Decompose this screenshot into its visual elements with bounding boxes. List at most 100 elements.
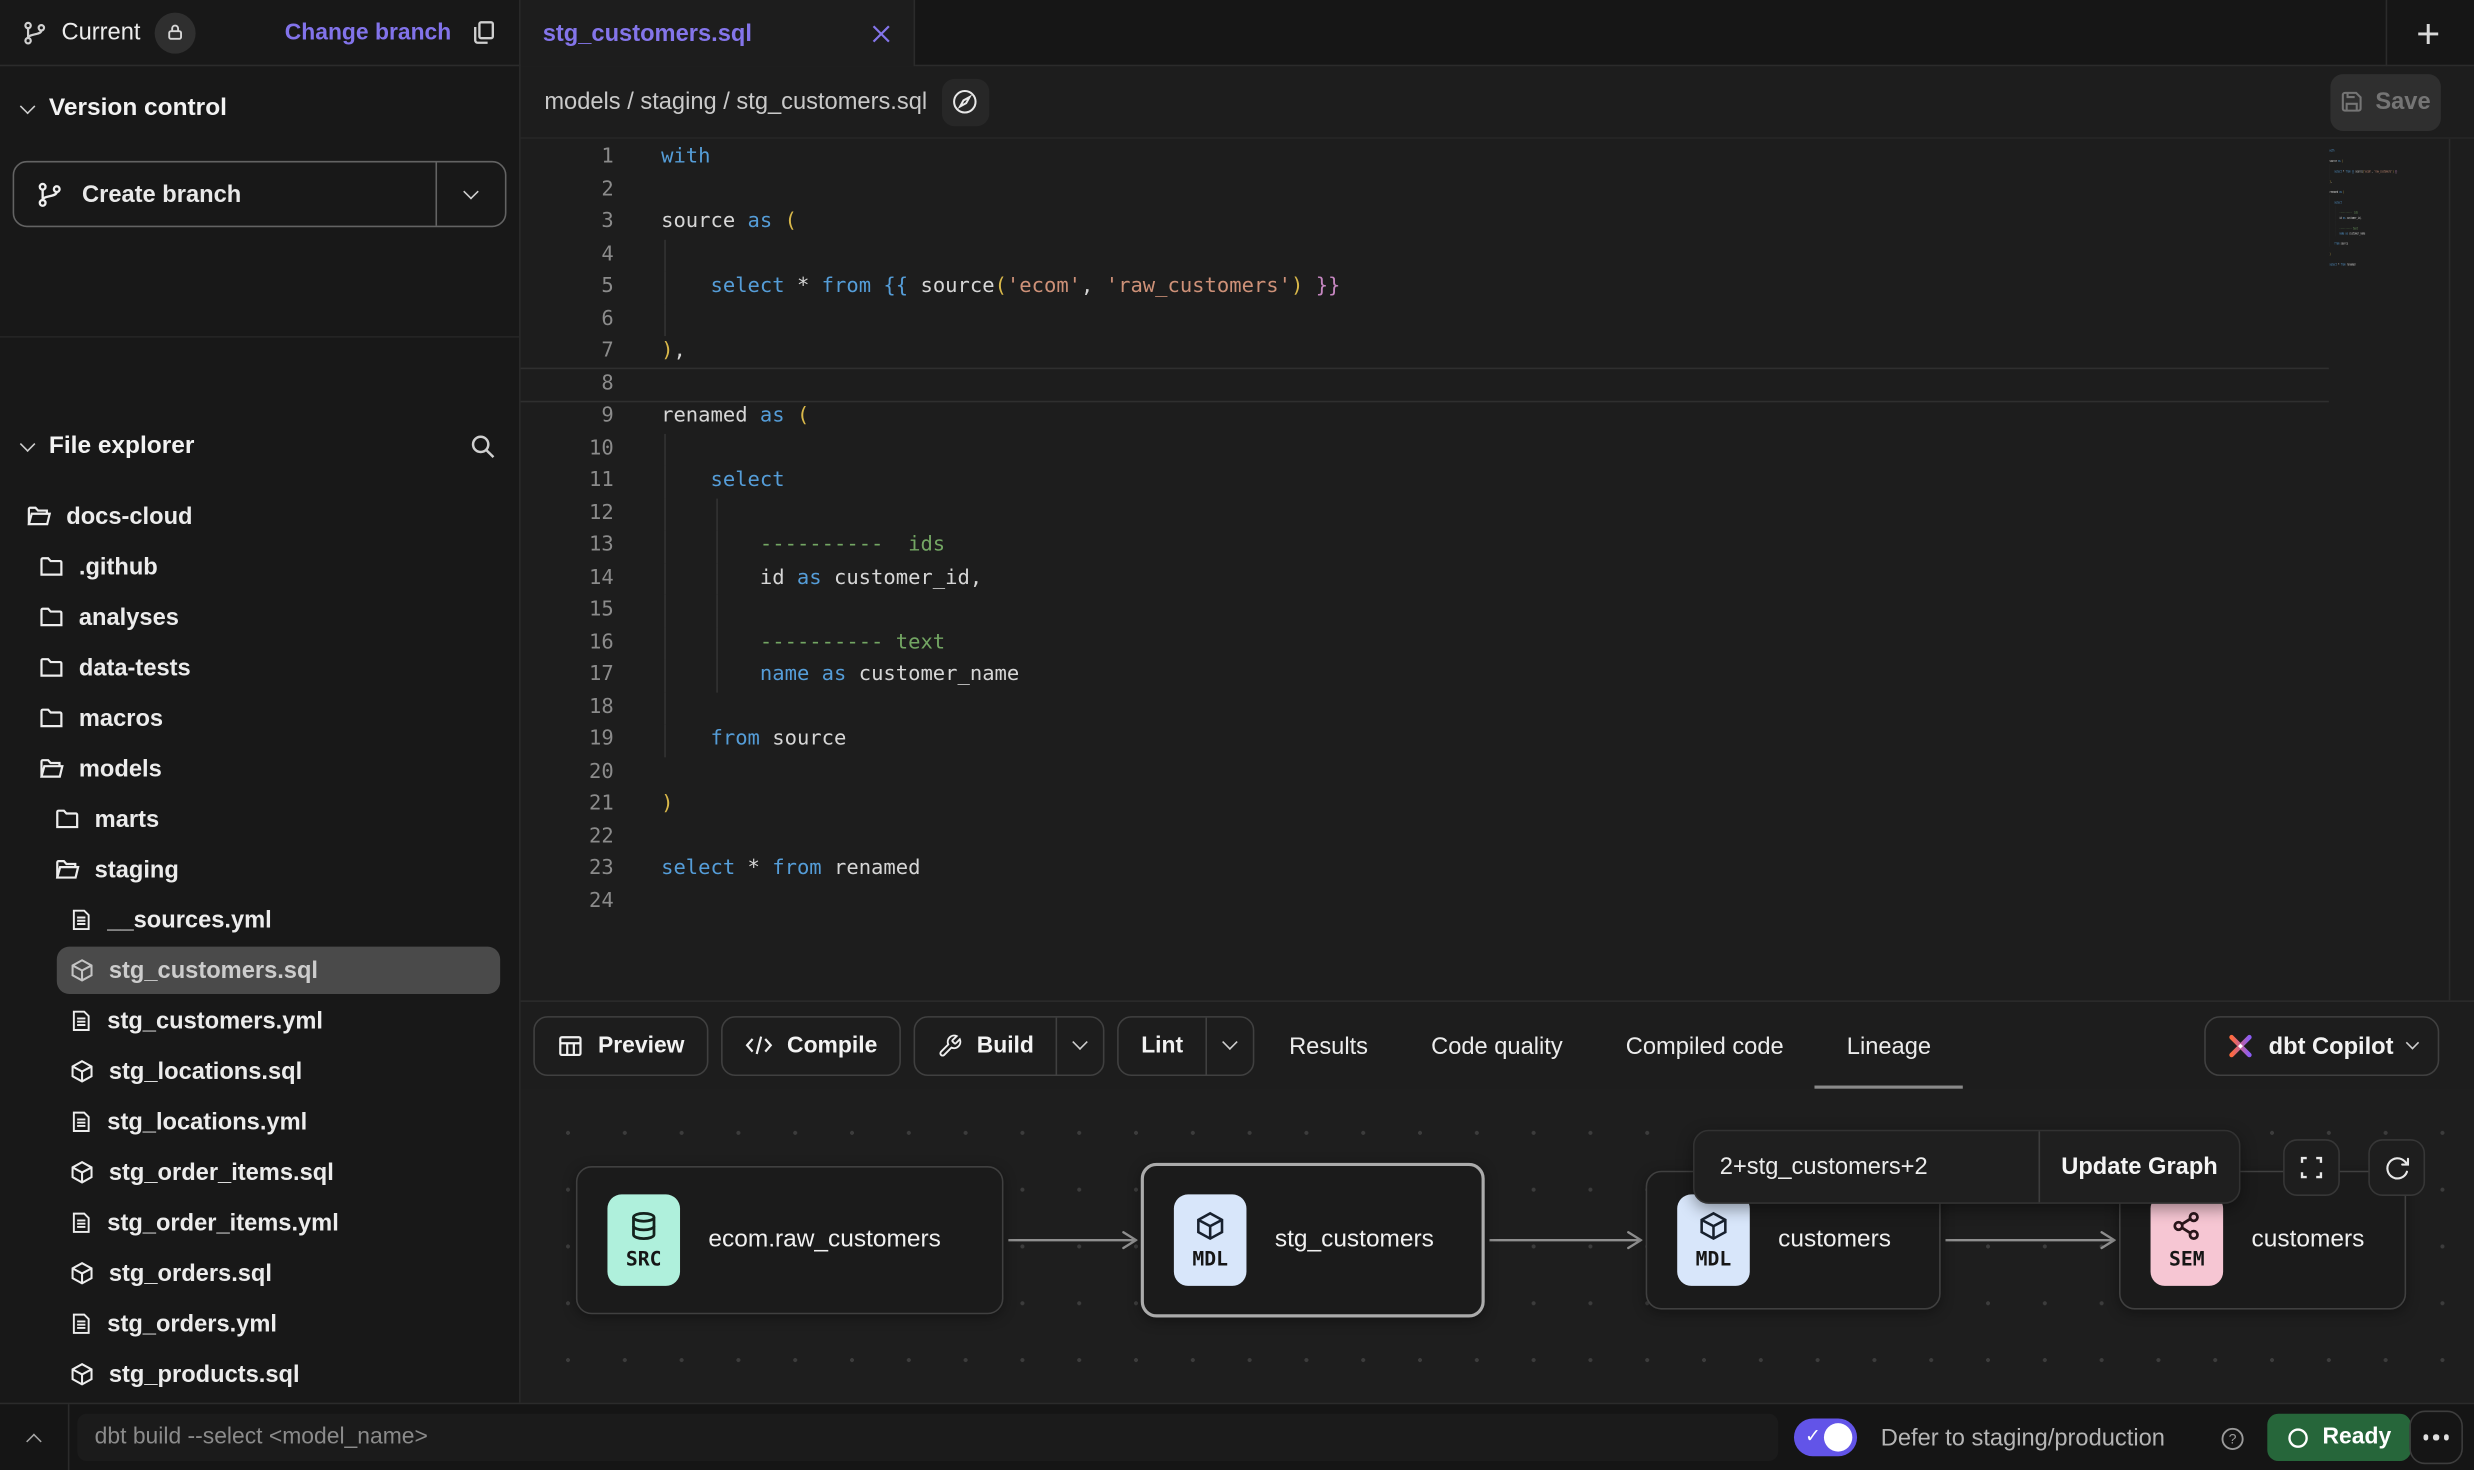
- save-label: Save: [2375, 88, 2430, 115]
- help-icon[interactable]: ?: [2220, 1426, 2245, 1459]
- tree-item--github[interactable]: .github: [0, 541, 519, 591]
- code-line-14[interactable]: 14 id as customer_id,: [521, 562, 2474, 594]
- code-line-22[interactable]: 22: [521, 821, 2474, 853]
- tree-item-stg-locations-yml[interactable]: stg_locations.yml: [0, 1097, 519, 1147]
- tree-item-stg-order-items-sql[interactable]: stg_order_items.sql: [0, 1147, 519, 1197]
- fullscreen-button[interactable]: [2283, 1139, 2340, 1196]
- tab-compiled-code[interactable]: Compiled code: [1626, 1002, 1784, 1090]
- change-branch-link[interactable]: Change branch: [285, 20, 452, 45]
- tree-item-staging[interactable]: staging: [0, 844, 519, 894]
- code-line-24: [2329, 267, 2417, 272]
- breadcrumb: models / staging / stg_customers.sql: [544, 88, 927, 115]
- tab-results[interactable]: Results: [1289, 1002, 1368, 1090]
- tree-item-analyses[interactable]: analyses: [0, 592, 519, 642]
- file-explorer-header[interactable]: File explorer: [0, 413, 519, 479]
- build-dropdown[interactable]: [1056, 1017, 1103, 1074]
- code-line-23[interactable]: 23select * from renamed: [521, 854, 2474, 886]
- code-line-5[interactable]: 5 select * from {{ source('ecom', 'raw_c…: [521, 271, 2474, 303]
- model-icon: [69, 1362, 94, 1387]
- model-icon: [69, 958, 94, 983]
- cube-icon: [1698, 1210, 1730, 1242]
- lint-dropdown[interactable]: [1205, 1017, 1252, 1074]
- lineage-canvas[interactable]: SRCecom.raw_customersMDLstg_customersMDL…: [521, 1089, 2474, 1403]
- lineage-node-ecom-raw-customers[interactable]: SRCecom.raw_customers: [576, 1166, 1004, 1314]
- code-line-16[interactable]: 16 ---------- text: [521, 627, 2474, 659]
- wrench-icon: [937, 1033, 962, 1058]
- tab-stg-customers[interactable]: stg_customers.sql: [521, 0, 915, 66]
- lineage-node-label: stg_customers: [1275, 1226, 1434, 1254]
- preview-button[interactable]: Preview: [533, 1015, 708, 1075]
- lint-button[interactable]: Lint: [1118, 1015, 1255, 1075]
- version-control-header[interactable]: Version control: [0, 69, 519, 148]
- code-line-18[interactable]: 18: [521, 692, 2474, 724]
- code-line-6[interactable]: 6: [521, 304, 2474, 336]
- editor-minimap[interactable]: withsource as ( select * from {{ source(…: [2329, 148, 2417, 272]
- lock-icon: [166, 22, 185, 43]
- code-line-7[interactable]: 7),: [521, 336, 2474, 368]
- search-icon[interactable]: [469, 432, 497, 460]
- code-editor[interactable]: 1with23source as (45 select * from {{ so…: [521, 139, 2474, 1000]
- defer-toggle[interactable]: ✓: [1794, 1418, 1857, 1456]
- line-number: 18: [521, 692, 614, 724]
- command-input[interactable]: dbt build --select <model_name>: [77, 1414, 1778, 1461]
- code-line-10[interactable]: 10: [521, 433, 2474, 465]
- compile-button[interactable]: Compile: [721, 1015, 901, 1075]
- tree-item--sources-yml[interactable]: __sources.yml: [0, 895, 519, 945]
- lineage-node-stg-customers[interactable]: MDLstg_customers: [1141, 1163, 1485, 1318]
- dbt-copilot-button[interactable]: dbt Copilot: [2204, 1016, 2439, 1076]
- save-button[interactable]: Save: [2330, 73, 2440, 130]
- code-line-11[interactable]: 11 select: [521, 465, 2474, 497]
- code-line-15[interactable]: 15: [521, 595, 2474, 627]
- code-line-8[interactable]: 8: [521, 368, 2474, 400]
- new-tab-button[interactable]: +: [2401, 8, 2455, 58]
- ready-status-button[interactable]: Ready: [2267, 1414, 2410, 1461]
- toolbar-button-label: Build: [977, 1033, 1034, 1058]
- editor-scrollbar[interactable]: [2449, 139, 2451, 1000]
- tree-item-stg-customers-yml[interactable]: stg_customers.yml: [0, 996, 519, 1046]
- tree-item-stg-products-sql[interactable]: stg_products.sql: [0, 1349, 519, 1399]
- tab-lineage[interactable]: Lineage: [1847, 1002, 1931, 1090]
- toolbar-button-label: Compile: [787, 1033, 877, 1058]
- code-line-24[interactable]: 24: [521, 886, 2474, 918]
- refresh-button[interactable]: [2368, 1139, 2425, 1196]
- tree-item-marts[interactable]: marts: [0, 794, 519, 844]
- tree-item-data-tests[interactable]: data-tests: [0, 642, 519, 692]
- update-graph-button[interactable]: Update Graph: [2039, 1131, 2239, 1202]
- code-line-21[interactable]: 21): [521, 789, 2474, 821]
- git-branch-icon: [36, 181, 63, 208]
- code-line-20[interactable]: 20: [521, 757, 2474, 789]
- tree-item-stg-orders-yml[interactable]: stg_orders.yml: [0, 1299, 519, 1349]
- create-branch-button[interactable]: Create branch: [13, 161, 507, 227]
- create-branch-dropdown[interactable]: [435, 163, 504, 226]
- collapse-panel-button[interactable]: [0, 1429, 68, 1446]
- code-line-19[interactable]: 19 from source: [521, 724, 2474, 756]
- tree-item-stg-locations-sql[interactable]: stg_locations.sql: [0, 1046, 519, 1096]
- tree-item-docs-cloud[interactable]: docs-cloud: [0, 491, 519, 541]
- code-line-9[interactable]: 9renamed as (: [521, 401, 2474, 433]
- tree-item-stg-order-items-yml[interactable]: stg_order_items.yml: [0, 1198, 519, 1248]
- tab-title: stg_customers.sql: [543, 20, 859, 47]
- code-line-17[interactable]: 17 name as customer_name: [521, 660, 2474, 692]
- copy-icon[interactable]: [470, 19, 497, 46]
- tree-item-stg-customers-sql[interactable]: stg_customers.sql: [0, 945, 519, 995]
- tree-item-macros[interactable]: macros: [0, 693, 519, 743]
- chevron-down-icon: [20, 436, 36, 452]
- tab-code-quality[interactable]: Code quality: [1431, 1002, 1563, 1090]
- build-button[interactable]: Build: [914, 1015, 1105, 1075]
- close-icon[interactable]: [871, 23, 892, 44]
- copilot-compass-button[interactable]: [941, 78, 988, 125]
- code-line-4[interactable]: 4: [521, 239, 2474, 271]
- code-line-3[interactable]: 3source as (: [521, 207, 2474, 239]
- code-line-12[interactable]: 12: [521, 498, 2474, 530]
- code-line-1[interactable]: 1with: [521, 142, 2474, 174]
- tree-item-stg-orders-sql[interactable]: stg_orders.sql: [0, 1248, 519, 1298]
- more-options-button[interactable]: [2409, 1411, 2463, 1465]
- code-line-13[interactable]: 13 ---------- ids: [521, 530, 2474, 562]
- tree-item-models[interactable]: models: [0, 743, 519, 793]
- status-circle-icon: [2286, 1426, 2310, 1450]
- lineage-filter-input[interactable]: 2+stg_customers+2: [1695, 1131, 2039, 1202]
- line-number: 9: [521, 401, 614, 433]
- table-icon: [557, 1033, 584, 1058]
- code-line-2[interactable]: 2: [521, 174, 2474, 206]
- tree-item-label: macros: [79, 704, 163, 731]
